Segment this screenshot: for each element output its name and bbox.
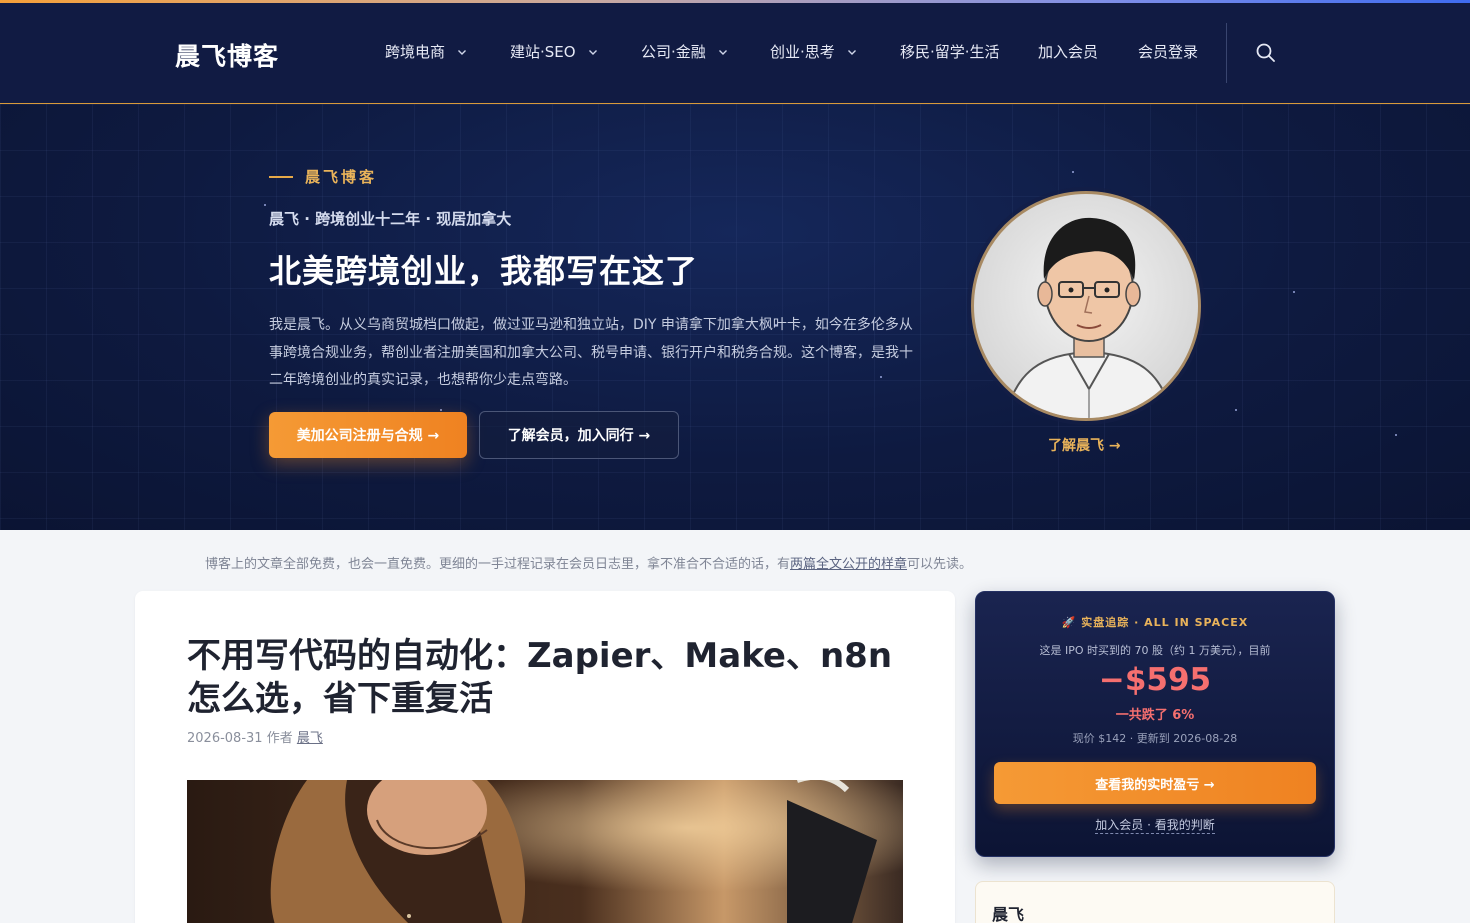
author-card-name: 晨飞 — [992, 905, 1025, 923]
author-card: 晨飞 — [975, 881, 1335, 923]
star-dot — [440, 409, 442, 411]
site-header: 晨飞博客 跨境电商 建站·SEO 公司·金融 创业·思考 移民·留学·生活 加入… — [0, 3, 1470, 104]
join-member-judgment-link[interactable]: 加入会员 · 看我的判断 — [1095, 818, 1215, 834]
tracker-loss-amount: −$595 — [1098, 662, 1212, 698]
membership-notice: 博客上的文章全部免费，也会一直免费。更细的一手过程记录在会员日志里，拿不准合不合… — [205, 553, 972, 572]
hero-description: 我是晨飞。从义乌商贸城档口做起，做过亚马逊和独立站，DIY 申请拿下加拿大枫叶卡… — [269, 317, 913, 388]
article-author-link[interactable]: 晨飞 — [297, 731, 323, 746]
nav-item-join-membership[interactable]: 加入会员 — [1038, 41, 1098, 62]
spacex-tracker-widget: 🚀 实盘追踪 · ALL IN SPACEX 这是 IPO 时买到的 70 股（… — [975, 591, 1335, 857]
view-live-pnl-button[interactable]: 查看我的实时盈亏 → — [994, 762, 1316, 804]
nav-item-label: 移民·留学·生活 — [900, 43, 1000, 61]
author-avatar[interactable] — [971, 191, 1201, 421]
tracker-update-info: 现价 $142 · 更新到 2026-08-28 — [1072, 732, 1238, 745]
sample-chapters-link[interactable]: 两篇全文公开的样章 — [790, 557, 907, 572]
article-meta: 2026-08-31 作者 晨飞 — [187, 727, 323, 746]
star-dot — [1293, 291, 1295, 293]
chevron-down-icon — [458, 49, 467, 55]
nav-item-label: 跨境电商 — [385, 43, 446, 61]
search-icon[interactable] — [1254, 41, 1278, 65]
article-date: 2026-08-31 — [187, 731, 263, 746]
star-dot — [264, 204, 266, 206]
nav-item-company-finance[interactable]: 公司·金融 — [641, 41, 728, 62]
cover-photo — [187, 780, 903, 923]
star-dot — [1235, 409, 1237, 411]
hero-title: 北美跨境创业，我都写在这了 — [269, 252, 699, 290]
nav-divider — [1226, 23, 1227, 83]
tracker-member-link-wrap: 加入会员 · 看我的判断 — [976, 816, 1334, 834]
eyebrow-text: 晨飞博客 — [305, 168, 378, 186]
about-author-link[interactable]: 了解晨飞 → — [1048, 435, 1121, 455]
notice-text-end: 可以先读。 — [907, 557, 973, 572]
nav-item-site-seo[interactable]: 建站·SEO — [510, 41, 598, 62]
nav-item-startup-thinking[interactable]: 创业·思考 — [770, 41, 857, 62]
article-cover-image[interactable] — [187, 780, 903, 923]
nav-item-member-login[interactable]: 会员登录 — [1138, 41, 1198, 62]
article-title[interactable]: 不用写代码的自动化：Zapier、Make、n8n 怎么选，省下重复活 — [187, 635, 907, 721]
nav-item-label: 创业·思考 — [770, 43, 835, 61]
chevron-down-icon — [847, 49, 856, 55]
site-logo[interactable]: 晨飞博客 — [175, 37, 279, 73]
chevron-down-icon — [588, 49, 597, 55]
hero-section: 晨飞博客 晨飞 · 跨境创业十二年 · 现居加拿大 北美跨境创业，我都写在这了 … — [0, 104, 1470, 530]
nav-item-label: 会员登录 — [1138, 43, 1199, 61]
hero-subtitle: 晨飞 · 跨境创业十二年 · 现居加拿大 — [269, 210, 512, 228]
author-prefix: 作者 — [266, 731, 293, 746]
tracker-eyebrow: 🚀 实盘追踪 · ALL IN SPACEX — [1061, 616, 1249, 629]
star-dot — [1072, 171, 1074, 173]
tracker-description: 这是 IPO 时买到的 70 股（约 1 万美元），目前 — [1039, 644, 1271, 657]
eyebrow-line — [269, 175, 293, 178]
nav-item-cross-border-ecommerce[interactable]: 跨境电商 — [385, 41, 467, 62]
nav-item-label: 加入会员 — [1038, 43, 1099, 61]
author-portrait-illustration — [1004, 217, 1174, 418]
tracker-loss-percent: 一共跌了 6% — [1115, 708, 1195, 723]
join-membership-button[interactable]: 了解会员，加入同行 → — [479, 411, 679, 459]
notice-text: 博客上的文章全部免费，也会一直免费。更细的一手过程记录在会员日志里，拿不准合不合… — [205, 557, 791, 572]
nav-item-immigration-life[interactable]: 移民·留学·生活 — [900, 41, 1000, 62]
hero-eyebrow: 晨飞博客 — [269, 166, 377, 187]
nav-item-label: 建站·SEO — [510, 43, 576, 61]
chevron-down-icon — [718, 49, 727, 55]
company-registration-button[interactable]: 美加公司注册与合规 → — [269, 412, 467, 458]
star-dot — [1395, 434, 1397, 436]
article-card: 不用写代码的自动化：Zapier、Make、n8n 怎么选，省下重复活 2026… — [135, 591, 955, 923]
nav-item-label: 公司·金融 — [641, 43, 706, 61]
